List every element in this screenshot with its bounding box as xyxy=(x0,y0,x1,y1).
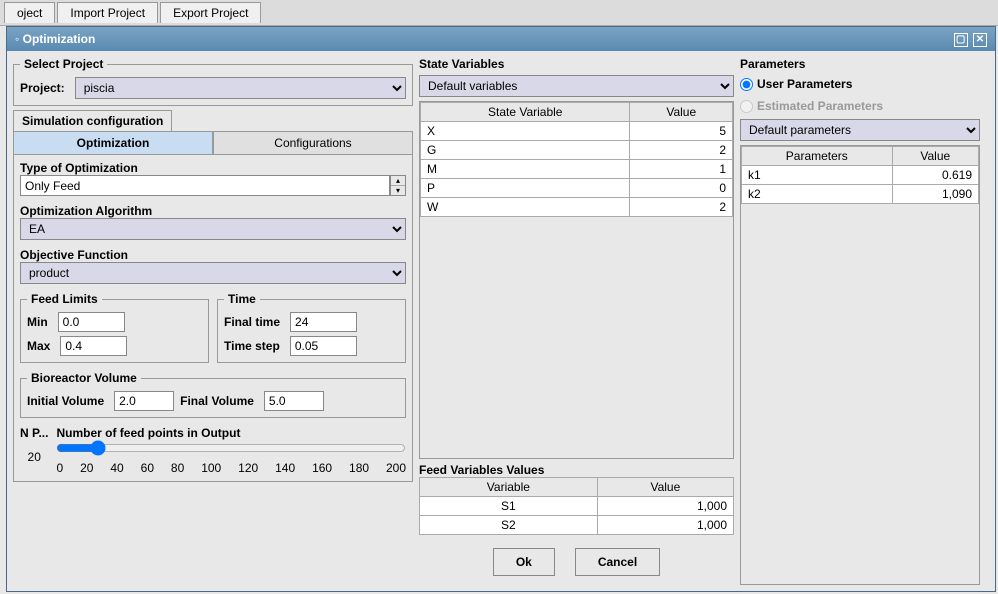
state-vars-title: State Variables xyxy=(419,57,734,71)
max-label: Max xyxy=(27,339,50,353)
table-row[interactable]: S11,000 xyxy=(420,497,734,516)
type-opt-label: Type of Optimization xyxy=(20,161,406,175)
select-project-legend: Select Project xyxy=(20,57,107,71)
maximize-icon[interactable]: ▢ xyxy=(954,33,968,47)
radio-est-params-input xyxy=(740,100,753,113)
radio-user-params-input[interactable] xyxy=(740,78,753,91)
main-toolbar: oject Import Project Export Project xyxy=(0,0,998,26)
tick: 0 xyxy=(56,461,63,475)
feed-vals-title: Feed Variables Values xyxy=(419,463,734,477)
radio-user-params[interactable]: User Parameters xyxy=(740,77,980,91)
chevron-down-icon[interactable]: ▾ xyxy=(391,186,405,195)
type-opt-spinner[interactable]: ▴▾ xyxy=(390,175,406,196)
min-input[interactable] xyxy=(58,312,125,332)
tick: 180 xyxy=(349,461,369,475)
time-legend: Time xyxy=(224,292,260,306)
tab-optimization[interactable]: Optimization xyxy=(13,131,213,155)
select-project-group: Select Project Project: piscia xyxy=(13,57,413,106)
right-column: Parameters User Parameters Estimated Par… xyxy=(740,57,980,585)
table-row[interactable]: S21,000 xyxy=(420,516,734,535)
window-icon: ◦ xyxy=(15,32,19,46)
time-step-input[interactable] xyxy=(290,336,357,356)
table-row[interactable]: X5 xyxy=(421,122,733,141)
params-table: ParametersValue k10.619 k21,090 xyxy=(741,146,979,204)
toolbar-tab-project[interactable]: oject xyxy=(4,2,55,23)
tick: 80 xyxy=(171,461,184,475)
dialog-buttons: Ok Cancel xyxy=(419,539,734,585)
volume-legend: Bioreactor Volume xyxy=(27,371,141,385)
algo-select[interactable]: EA xyxy=(20,218,406,240)
table-row[interactable]: k10.619 xyxy=(742,166,979,185)
feed-vals-table: VariableValue S11,000 S21,000 xyxy=(419,477,734,535)
volume-group: Bioreactor Volume Initial Volume Final V… xyxy=(20,371,406,418)
optimization-panel: Type of Optimization ▴▾ Optimization Alg… xyxy=(13,155,413,482)
objfn-label: Objective Function xyxy=(20,248,406,262)
cancel-button[interactable]: Cancel xyxy=(575,548,660,576)
npoints-caption: Number of feed points in Output xyxy=(56,426,406,440)
th: State Variable xyxy=(421,103,630,122)
tab-configurations[interactable]: Configurations xyxy=(213,131,413,155)
tick: 20 xyxy=(80,461,93,475)
titlebar: ◦ Optimization ▢ ✕ xyxy=(7,27,995,51)
tick: 40 xyxy=(110,461,123,475)
max-input[interactable] xyxy=(60,336,127,356)
toolbar-tab-import[interactable]: Import Project xyxy=(57,2,158,23)
tick: 140 xyxy=(275,461,295,475)
th: Value xyxy=(597,478,733,497)
npoints-slider[interactable] xyxy=(56,440,406,456)
table-row[interactable]: G2 xyxy=(421,141,733,160)
tick: 60 xyxy=(141,461,154,475)
sim-config-label: Simulation configuration xyxy=(13,110,172,131)
middle-column: State Variables Default variables State … xyxy=(419,57,734,585)
final-vol-input[interactable] xyxy=(264,391,324,411)
chevron-up-icon[interactable]: ▴ xyxy=(391,176,405,186)
window-title: Optimization xyxy=(23,32,96,46)
close-icon[interactable]: ✕ xyxy=(973,33,987,47)
ok-button[interactable]: Ok xyxy=(493,548,555,576)
sim-tabs: Optimization Configurations xyxy=(13,131,413,155)
tick: 100 xyxy=(201,461,221,475)
th: Parameters xyxy=(742,147,893,166)
feed-points-group: N P... 20 Number of feed points in Outpu… xyxy=(20,426,406,475)
final-time-input[interactable] xyxy=(290,312,357,332)
time-step-label: Time step xyxy=(224,339,280,353)
radio-est-params[interactable]: Estimated Parameters xyxy=(740,99,980,113)
window-content: Select Project Project: piscia Simulatio… xyxy=(7,51,995,591)
project-label: Project: xyxy=(20,81,65,95)
feed-limits-group: Feed Limits Min Max xyxy=(20,292,209,363)
algo-label: Optimization Algorithm xyxy=(20,204,406,218)
state-vars-select[interactable]: Default variables xyxy=(419,75,734,97)
npoints-short: N P... xyxy=(20,426,48,440)
left-column: Select Project Project: piscia Simulatio… xyxy=(13,57,413,585)
params-select[interactable]: Default parameters xyxy=(740,119,980,141)
tick: 200 xyxy=(386,461,406,475)
th: Value xyxy=(630,103,733,122)
project-select[interactable]: piscia xyxy=(75,77,406,99)
npoints-value: 20 xyxy=(20,450,48,464)
time-group: Time Final time Time step xyxy=(217,292,406,363)
init-vol-input[interactable] xyxy=(114,391,174,411)
table-row[interactable]: M1 xyxy=(421,160,733,179)
init-vol-label: Initial Volume xyxy=(27,394,104,408)
final-time-label: Final time xyxy=(224,315,280,329)
radio-label: Estimated Parameters xyxy=(757,99,883,113)
radio-label: User Parameters xyxy=(757,77,852,91)
final-vol-label: Final Volume xyxy=(180,394,254,408)
state-vars-table: State VariableValue X5 G2 M1 P0 W2 xyxy=(420,102,733,217)
params-title: Parameters xyxy=(740,57,980,71)
table-row[interactable]: P0 xyxy=(421,179,733,198)
table-row[interactable]: W2 xyxy=(421,198,733,217)
objfn-select[interactable]: product xyxy=(20,262,406,284)
th: Variable xyxy=(420,478,598,497)
slider-ticks: 0 20 40 60 80 100 120 140 160 180 200 xyxy=(56,461,406,475)
tick: 120 xyxy=(238,461,258,475)
min-label: Min xyxy=(27,315,48,329)
type-opt-value[interactable] xyxy=(20,175,390,196)
feed-limits-legend: Feed Limits xyxy=(27,292,102,306)
table-row[interactable]: k21,090 xyxy=(742,185,979,204)
tick: 160 xyxy=(312,461,332,475)
toolbar-tab-export[interactable]: Export Project xyxy=(160,2,261,23)
optimization-window: ◦ Optimization ▢ ✕ Select Project Projec… xyxy=(6,26,996,592)
th: Value xyxy=(892,147,978,166)
